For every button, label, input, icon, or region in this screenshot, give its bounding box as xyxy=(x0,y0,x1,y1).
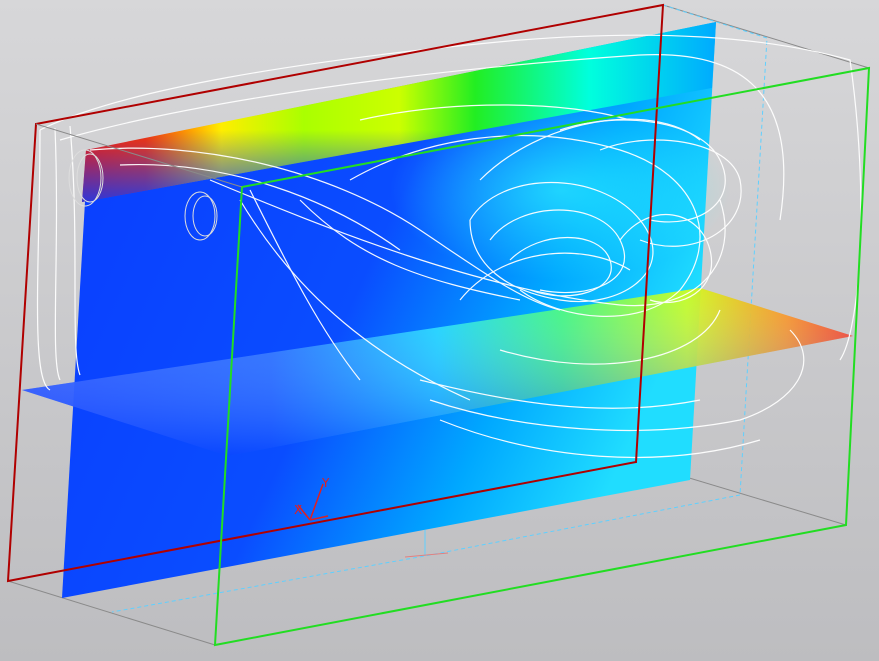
axis-y-label: Y xyxy=(321,476,330,490)
axis-x-label: X xyxy=(294,503,302,517)
cfd-scene: Y X xyxy=(6,3,871,647)
3d-viewport[interactable]: Y X xyxy=(0,0,879,661)
